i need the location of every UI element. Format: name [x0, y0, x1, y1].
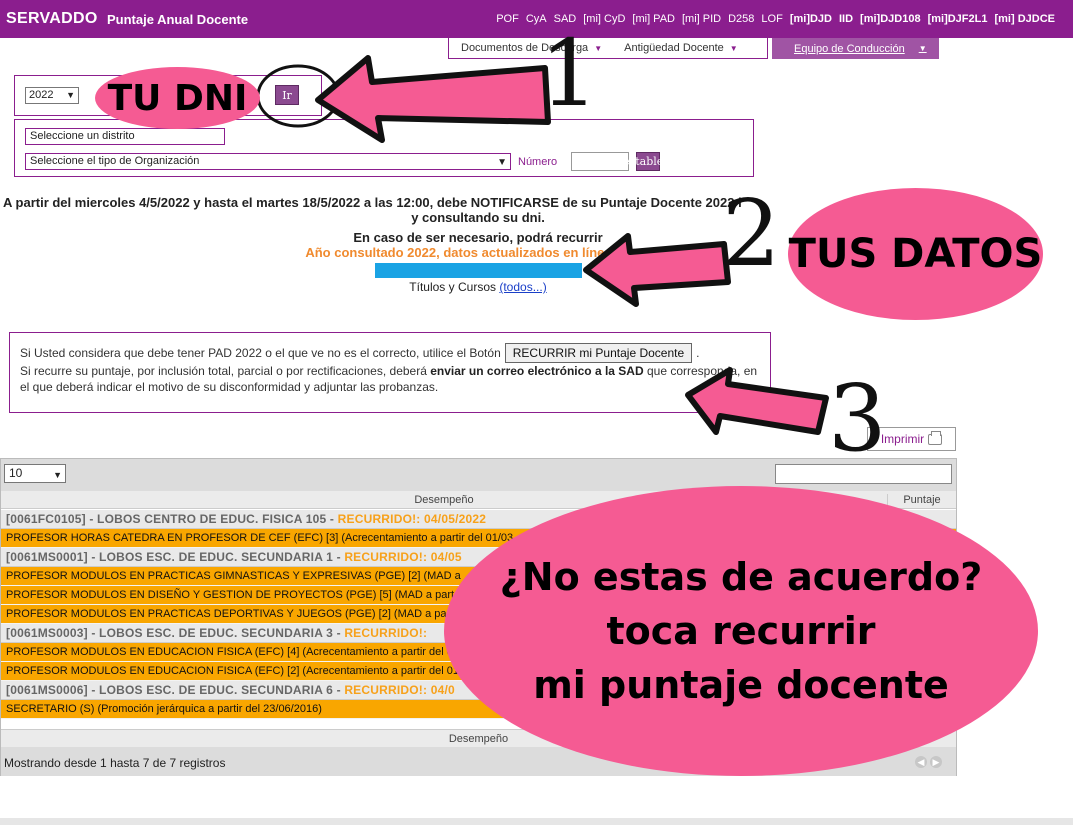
recurrido-status: RECURRIDO!: 04/05/2022 [337, 512, 487, 526]
recurrido-status: RECURRIDO!: 04/0 [344, 683, 455, 697]
numero-label: Número [518, 156, 558, 168]
titulos-cursos: Títulos y Cursos (todos...) [0, 280, 956, 294]
table-row[interactable]: PROFESOR MODULOS EN EDUCACION FISICA (EF… [1, 643, 956, 662]
page-length-value: 10 [9, 466, 23, 480]
distrito-select-value: Seleccione un distrito [30, 130, 135, 142]
year-select[interactable]: 2022 ▼ [25, 87, 79, 104]
top-bar: SERVADDO Puntaje Anual Docente POF CyA S… [0, 0, 1073, 38]
group-code: [0061MS0001] - LOBOS ESC. DE EDUC. SECUN… [6, 550, 341, 564]
brand-logo[interactable]: SERVADDO [6, 10, 98, 28]
table-row[interactable]: PROFESOR MODULOS EN EDUCACION FISICA (EF… [1, 662, 956, 681]
nav-mi-djd[interactable]: [mi]DJD [790, 13, 832, 25]
table-row[interactable]: SECRETARIO (S) (Promoción jerárquica a p… [1, 700, 956, 719]
notice-line-2: y consultando su dni. [411, 210, 545, 225]
nav-pof[interactable]: POF [496, 13, 519, 25]
chevron-down-icon: ▼ [497, 157, 507, 168]
imprimir-label: Imprimir [880, 432, 925, 446]
group-row: [0061MS0006] - LOBOS ESC. DE EDUC. SECUN… [1, 681, 956, 700]
table-body: [0061FC0105] - LOBOS CENTRO DE EDUC. FIS… [1, 510, 956, 719]
distrito-select[interactable]: Seleccione un distrito [25, 128, 225, 145]
submenu-equipo: Equipo de Conducción ▼ [772, 38, 939, 59]
recurrir-puntaje-button[interactable]: RECURRIR mi Puntaje Docente [504, 343, 693, 363]
nav-mi-djf2l1[interactable]: [mi]DJF2L1 [928, 13, 988, 25]
table-row[interactable]: PROFESOR HORAS CATEDRA EN PROFESOR DE CE… [1, 529, 956, 548]
nav-lof[interactable]: LOF [761, 13, 782, 25]
year-select-value: 2022 [29, 89, 54, 101]
group-code: [0061MS0006] - LOBOS ESC. DE EDUC. SECUN… [6, 683, 341, 697]
submenu-docs: Documentos de Descarga ▼ Antigüedad Doce… [448, 38, 768, 59]
previous-page-icon[interactable]: ◀ [915, 756, 927, 768]
table-footer-header: Desempeño [1, 729, 956, 747]
chevron-down-icon: ▼ [66, 90, 75, 100]
table-toolbar: 10 ▼ [1, 459, 956, 491]
notice-line-3: En caso de ser necesario, podrá recurrir [353, 230, 603, 245]
table-header: Desempeño Puntaje [1, 491, 956, 512]
recurrido-status: RECURRIDO!: [344, 626, 428, 640]
table-footer: Mostrando desde 1 hasta 7 de 7 registros… [1, 747, 956, 776]
notice-line-1: A partir del miercoles 4/5/2022 y hasta … [3, 195, 742, 210]
printer-icon [928, 430, 943, 445]
menu-antiguedad-label: Antigüedad Docente [624, 42, 724, 54]
menu-equipo-label: Equipo de Conducción [794, 42, 905, 55]
titulos-label: Títulos y Cursos [409, 280, 496, 294]
group-code: [0061FC0105] - LOBOS CENTRO DE EDUC. FIS… [6, 512, 335, 526]
personal-data-redacted [375, 263, 582, 278]
step-number-3: 3 [828, 365, 887, 472]
nav-mi-cyd[interactable]: [mi] CyD [583, 13, 625, 25]
group-row: [0061MS0003] - LOBOS ESC. DE EDUC. SECUN… [1, 624, 956, 643]
table-row[interactable]: PROFESOR MODULOS EN PRACTICAS GIMNASTICA… [1, 567, 956, 586]
horizontal-scrollbar[interactable] [0, 818, 1073, 825]
chevron-down-icon: ▼ [594, 43, 603, 53]
top-nav: POF CyA SAD [mi] CyD [mi] PAD [mi] PID D… [496, 13, 1055, 25]
chevron-down-icon: ▼ [53, 470, 62, 480]
menu-documentos-label: Documentos de Descarga [461, 42, 589, 54]
recurrir-text-2a: Si recurre su puntaje, por inclusión tot… [20, 364, 427, 378]
restablecer-button[interactable]: Restablecer [615, 152, 681, 171]
group-row: [0061MS0001] - LOBOS ESC. DE EDUC. SECUN… [1, 548, 956, 567]
recurrido-status: RECURRIDO!: 04/05 [344, 550, 462, 564]
col-desempeno[interactable]: Desempeño [1, 494, 887, 506]
recurrir-text-bold: enviar un correo electrónico a la SAD [430, 364, 644, 378]
imprimir-button[interactable]: Imprimir [867, 427, 956, 451]
chevron-down-icon: ▼ [918, 44, 927, 53]
ir-button[interactable]: Ir [275, 85, 299, 105]
dni-search-box: 2022 ▼ Ir [14, 75, 322, 116]
nav-mi-djdce[interactable]: [mi] DJDCE [994, 13, 1055, 25]
next-page-icon[interactable]: ▶ [930, 756, 942, 768]
group-code: [0061MS0003] - LOBOS ESC. DE EDUC. SECUN… [6, 626, 341, 640]
nav-d258[interactable]: D258 [728, 13, 754, 25]
table-info: Mostrando desde 1 hasta 7 de 7 registros [4, 756, 226, 770]
nav-cya[interactable]: CyA [526, 13, 547, 25]
organizacion-select[interactable]: Seleccione el tipo de Organización ▼ [25, 153, 511, 170]
page-length-select[interactable]: 10 ▼ [4, 464, 66, 483]
notice-year-line: Año consultado 2022, datos actualizados … [305, 245, 651, 260]
organization-filter-box: Seleccione un distrito Seleccione el tip… [14, 119, 754, 177]
nav-sad[interactable]: SAD [554, 13, 577, 25]
todos-link[interactable]: (todos...) [499, 280, 546, 294]
recurrir-text-dot: . [696, 346, 700, 360]
recurrir-info-box: Si Usted considera que debe tener PAD 20… [9, 332, 771, 413]
nav-mi-pid[interactable]: [mi] PID [682, 13, 721, 25]
menu-antiguedad-docente[interactable]: Antigüedad Docente ▼ [612, 42, 748, 54]
chevron-down-icon: ▼ [729, 43, 738, 53]
group-row: [0061FC0105] - LOBOS CENTRO DE EDUC. FIS… [1, 510, 956, 529]
recurrir-instructions: Si recurre su puntaje, por inclusión tot… [20, 363, 760, 395]
recurrir-text-1: Si Usted considera que debe tener PAD 20… [20, 346, 501, 360]
app-title: Puntaje Anual Docente [107, 12, 249, 27]
menu-documentos-descarga[interactable]: Documentos de Descarga ▼ [449, 42, 612, 54]
desempeno-table: 10 ▼ Desempeño Puntaje [0061FC0105] - LO… [0, 458, 957, 776]
menu-equipo-conduccion[interactable]: Equipo de Conducción ▼ [794, 43, 927, 55]
nav-iid[interactable]: IID [839, 13, 853, 25]
nav-mi-djd108[interactable]: [mi]DJD108 [860, 13, 921, 25]
table-search-input[interactable] [775, 464, 952, 484]
table-row[interactable]: PROFESOR MODULOS EN PRACTICAS DEPORTIVAS… [1, 605, 956, 624]
nav-mi-pad[interactable]: [mi] PAD [632, 13, 675, 25]
table-row[interactable]: PROFESOR MODULOS EN DISEÑO Y GESTION DE … [1, 586, 956, 605]
organizacion-select-value: Seleccione el tipo de Organización [30, 155, 200, 167]
